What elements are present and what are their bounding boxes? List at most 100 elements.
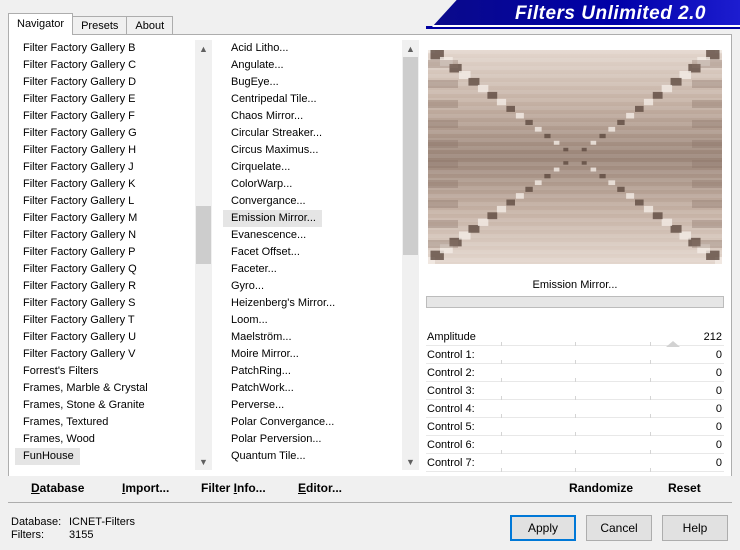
- preview-pattern-cell: [635, 199, 644, 206]
- filter-list-item[interactable]: Maelström...: [223, 329, 419, 346]
- category-list-item[interactable]: Filter Factory Gallery E: [15, 91, 212, 108]
- category-list-item[interactable]: Filter Factory Gallery L: [15, 193, 212, 210]
- category-list-item[interactable]: Filter Factory Gallery K: [15, 176, 212, 193]
- category-list-item[interactable]: Frames, Stone & Granite: [15, 397, 212, 414]
- scroll-up-icon[interactable]: ▲: [402, 40, 419, 57]
- database-button[interactable]: Database: [31, 481, 84, 495]
- category-list-item[interactable]: Filter Factory Gallery S: [15, 295, 212, 312]
- filter-list-item[interactable]: Polar Convergance...: [223, 414, 419, 431]
- preview-pattern-cell: [515, 193, 524, 199]
- category-list-item[interactable]: Filter Factory Gallery C: [15, 57, 212, 74]
- filter-list-item[interactable]: Acid Litho...: [223, 40, 419, 57]
- reset-button[interactable]: Reset: [668, 481, 701, 495]
- category-list-item[interactable]: Forrest's Filters: [15, 363, 212, 380]
- preview-pattern-cell: [692, 80, 722, 88]
- tab-presets[interactable]: Presets: [72, 16, 128, 35]
- filter-list-item[interactable]: Moire Mirror...: [223, 346, 419, 363]
- filter-list-item[interactable]: Emission Mirror...: [223, 210, 322, 227]
- apply-button[interactable]: Apply: [510, 515, 576, 541]
- filter-list-item[interactable]: Cirquelate...: [223, 159, 419, 176]
- help-button[interactable]: Help: [662, 515, 728, 541]
- filter-list-item[interactable]: Heizenberg's Mirror...: [223, 295, 419, 312]
- control-label: Control 4:: [427, 403, 475, 415]
- filter-list-item[interactable]: Centripedal Tile...: [223, 91, 419, 108]
- preview-pattern-cell: [670, 77, 682, 86]
- filter-list-item[interactable]: Circus Maximus...: [223, 142, 419, 159]
- category-list-item[interactable]: Filter Factory Gallery N: [15, 227, 212, 244]
- filter-scroll-thumb[interactable]: [403, 57, 418, 255]
- category-list-item[interactable]: Filter Factory Gallery R: [15, 278, 212, 295]
- scroll-down-icon[interactable]: ▼: [195, 453, 212, 470]
- control-value: 212: [703, 331, 722, 343]
- category-list-item[interactable]: Filter Factory Gallery Q: [15, 261, 212, 278]
- editor-button[interactable]: Editor...: [298, 481, 342, 495]
- import-button[interactable]: Import...: [122, 481, 169, 495]
- filter-list-item[interactable]: Convergance...: [223, 193, 419, 210]
- filter-list-item[interactable]: Facet Offset...: [223, 244, 419, 261]
- filter-list-item[interactable]: PatchRing...: [223, 363, 419, 380]
- filter-list-item[interactable]: Quantum Tile...: [223, 448, 419, 465]
- scroll-up-icon[interactable]: ▲: [195, 40, 212, 57]
- filter-list-item[interactable]: BugEye...: [223, 74, 419, 91]
- category-list-item[interactable]: Filter Factory Gallery T: [15, 312, 212, 329]
- preview-pattern-cell: [525, 119, 533, 126]
- filter-list-item[interactable]: Evanescence...: [223, 227, 419, 244]
- preview-pattern-cell: [652, 212, 663, 220]
- control-slider-row[interactable]: Control 1: 0: [426, 346, 724, 364]
- category-list-item[interactable]: Frames, Wood: [15, 431, 212, 448]
- control-slider-row[interactable]: Control 4: 0: [426, 400, 724, 418]
- control-slider-row[interactable]: Control 6: 0: [426, 436, 724, 454]
- preview-pattern-cell: [652, 91, 663, 99]
- category-list-item[interactable]: Filter Factory Gallery V: [15, 346, 212, 363]
- category-list-item[interactable]: FunHouse: [15, 448, 80, 465]
- scroll-down-icon[interactable]: ▼: [402, 453, 419, 470]
- category-list[interactable]: Filter Factory Gallery B Filter Factory G…: [15, 40, 212, 470]
- filter-list-item[interactable]: Angulate...: [223, 57, 419, 74]
- category-list-item[interactable]: Filter Factory Gallery M: [15, 210, 212, 227]
- preview-pattern-cell: [477, 84, 489, 93]
- control-slider-row[interactable]: Amplitude 212: [426, 328, 724, 347]
- control-slider-row[interactable]: Control 3: 0: [426, 382, 724, 400]
- filter-scrollbar[interactable]: ▲ ▼: [402, 40, 419, 470]
- filter-list-item[interactable]: PatchWork...: [223, 380, 419, 397]
- preview-pattern-cell: [428, 140, 458, 148]
- category-list-item[interactable]: Filter Factory Gallery U: [15, 329, 212, 346]
- filter-list-item[interactable]: Faceter...: [223, 261, 419, 278]
- category-list-item[interactable]: Filter Factory Gallery F: [15, 108, 212, 125]
- filter-list-item[interactable]: Polar Perversion...: [223, 431, 419, 448]
- tab-about[interactable]: About: [126, 16, 174, 35]
- category-list-item[interactable]: Filter Factory Gallery P: [15, 244, 212, 261]
- control-slider-row[interactable]: Control 2: 0: [426, 364, 724, 382]
- category-list-item[interactable]: Filter Factory Gallery J: [15, 159, 212, 176]
- filter-list-item[interactable]: Loom...: [223, 312, 419, 329]
- category-scroll-thumb[interactable]: [196, 206, 211, 264]
- control-slider-row[interactable]: Control 7: 0: [426, 454, 724, 472]
- preview-pattern-cell: [692, 240, 722, 248]
- filter-list-item[interactable]: ColorWarp...: [223, 176, 419, 193]
- filter-info-button[interactable]: Filter Info...: [201, 481, 266, 495]
- preview-pattern-cell: [553, 167, 560, 172]
- control-slider-row[interactable]: Control 5: 0: [426, 418, 724, 436]
- filter-list-item[interactable]: Circular Streaker...: [223, 125, 419, 142]
- preview-pattern-cell: [608, 180, 616, 186]
- slider-tick: [500, 468, 502, 472]
- preview-pattern-cell: [692, 180, 722, 188]
- category-list-item[interactable]: Frames, Textured: [15, 414, 212, 431]
- category-list-item[interactable]: Filter Factory Gallery H: [15, 142, 212, 159]
- preview-image: [428, 50, 722, 264]
- preview-pattern-cell: [544, 133, 551, 139]
- category-list-item[interactable]: Frames, Marble & Crystal: [15, 380, 212, 397]
- category-list-item[interactable]: Filter Factory Gallery B: [15, 40, 212, 57]
- preview-pattern-cell: [692, 140, 722, 148]
- bottom-toolbar: Database Import... Filter Info... Editor…: [8, 476, 732, 502]
- category-list-item[interactable]: Filter Factory Gallery G: [15, 125, 212, 142]
- filter-list-item[interactable]: Chaos Mirror...: [223, 108, 419, 125]
- category-scrollbar[interactable]: ▲ ▼: [195, 40, 212, 470]
- filter-list-item[interactable]: Gyro...: [223, 278, 419, 295]
- randomize-button[interactable]: Randomize: [569, 481, 633, 495]
- filter-list[interactable]: Acid Litho... Angulate... BugEye... Centrip…: [223, 40, 419, 470]
- filter-list-item[interactable]: Perverse...: [223, 397, 419, 414]
- cancel-button[interactable]: Cancel: [586, 515, 652, 541]
- tab-navigator[interactable]: Navigator: [8, 13, 74, 35]
- category-list-item[interactable]: Filter Factory Gallery D: [15, 74, 212, 91]
